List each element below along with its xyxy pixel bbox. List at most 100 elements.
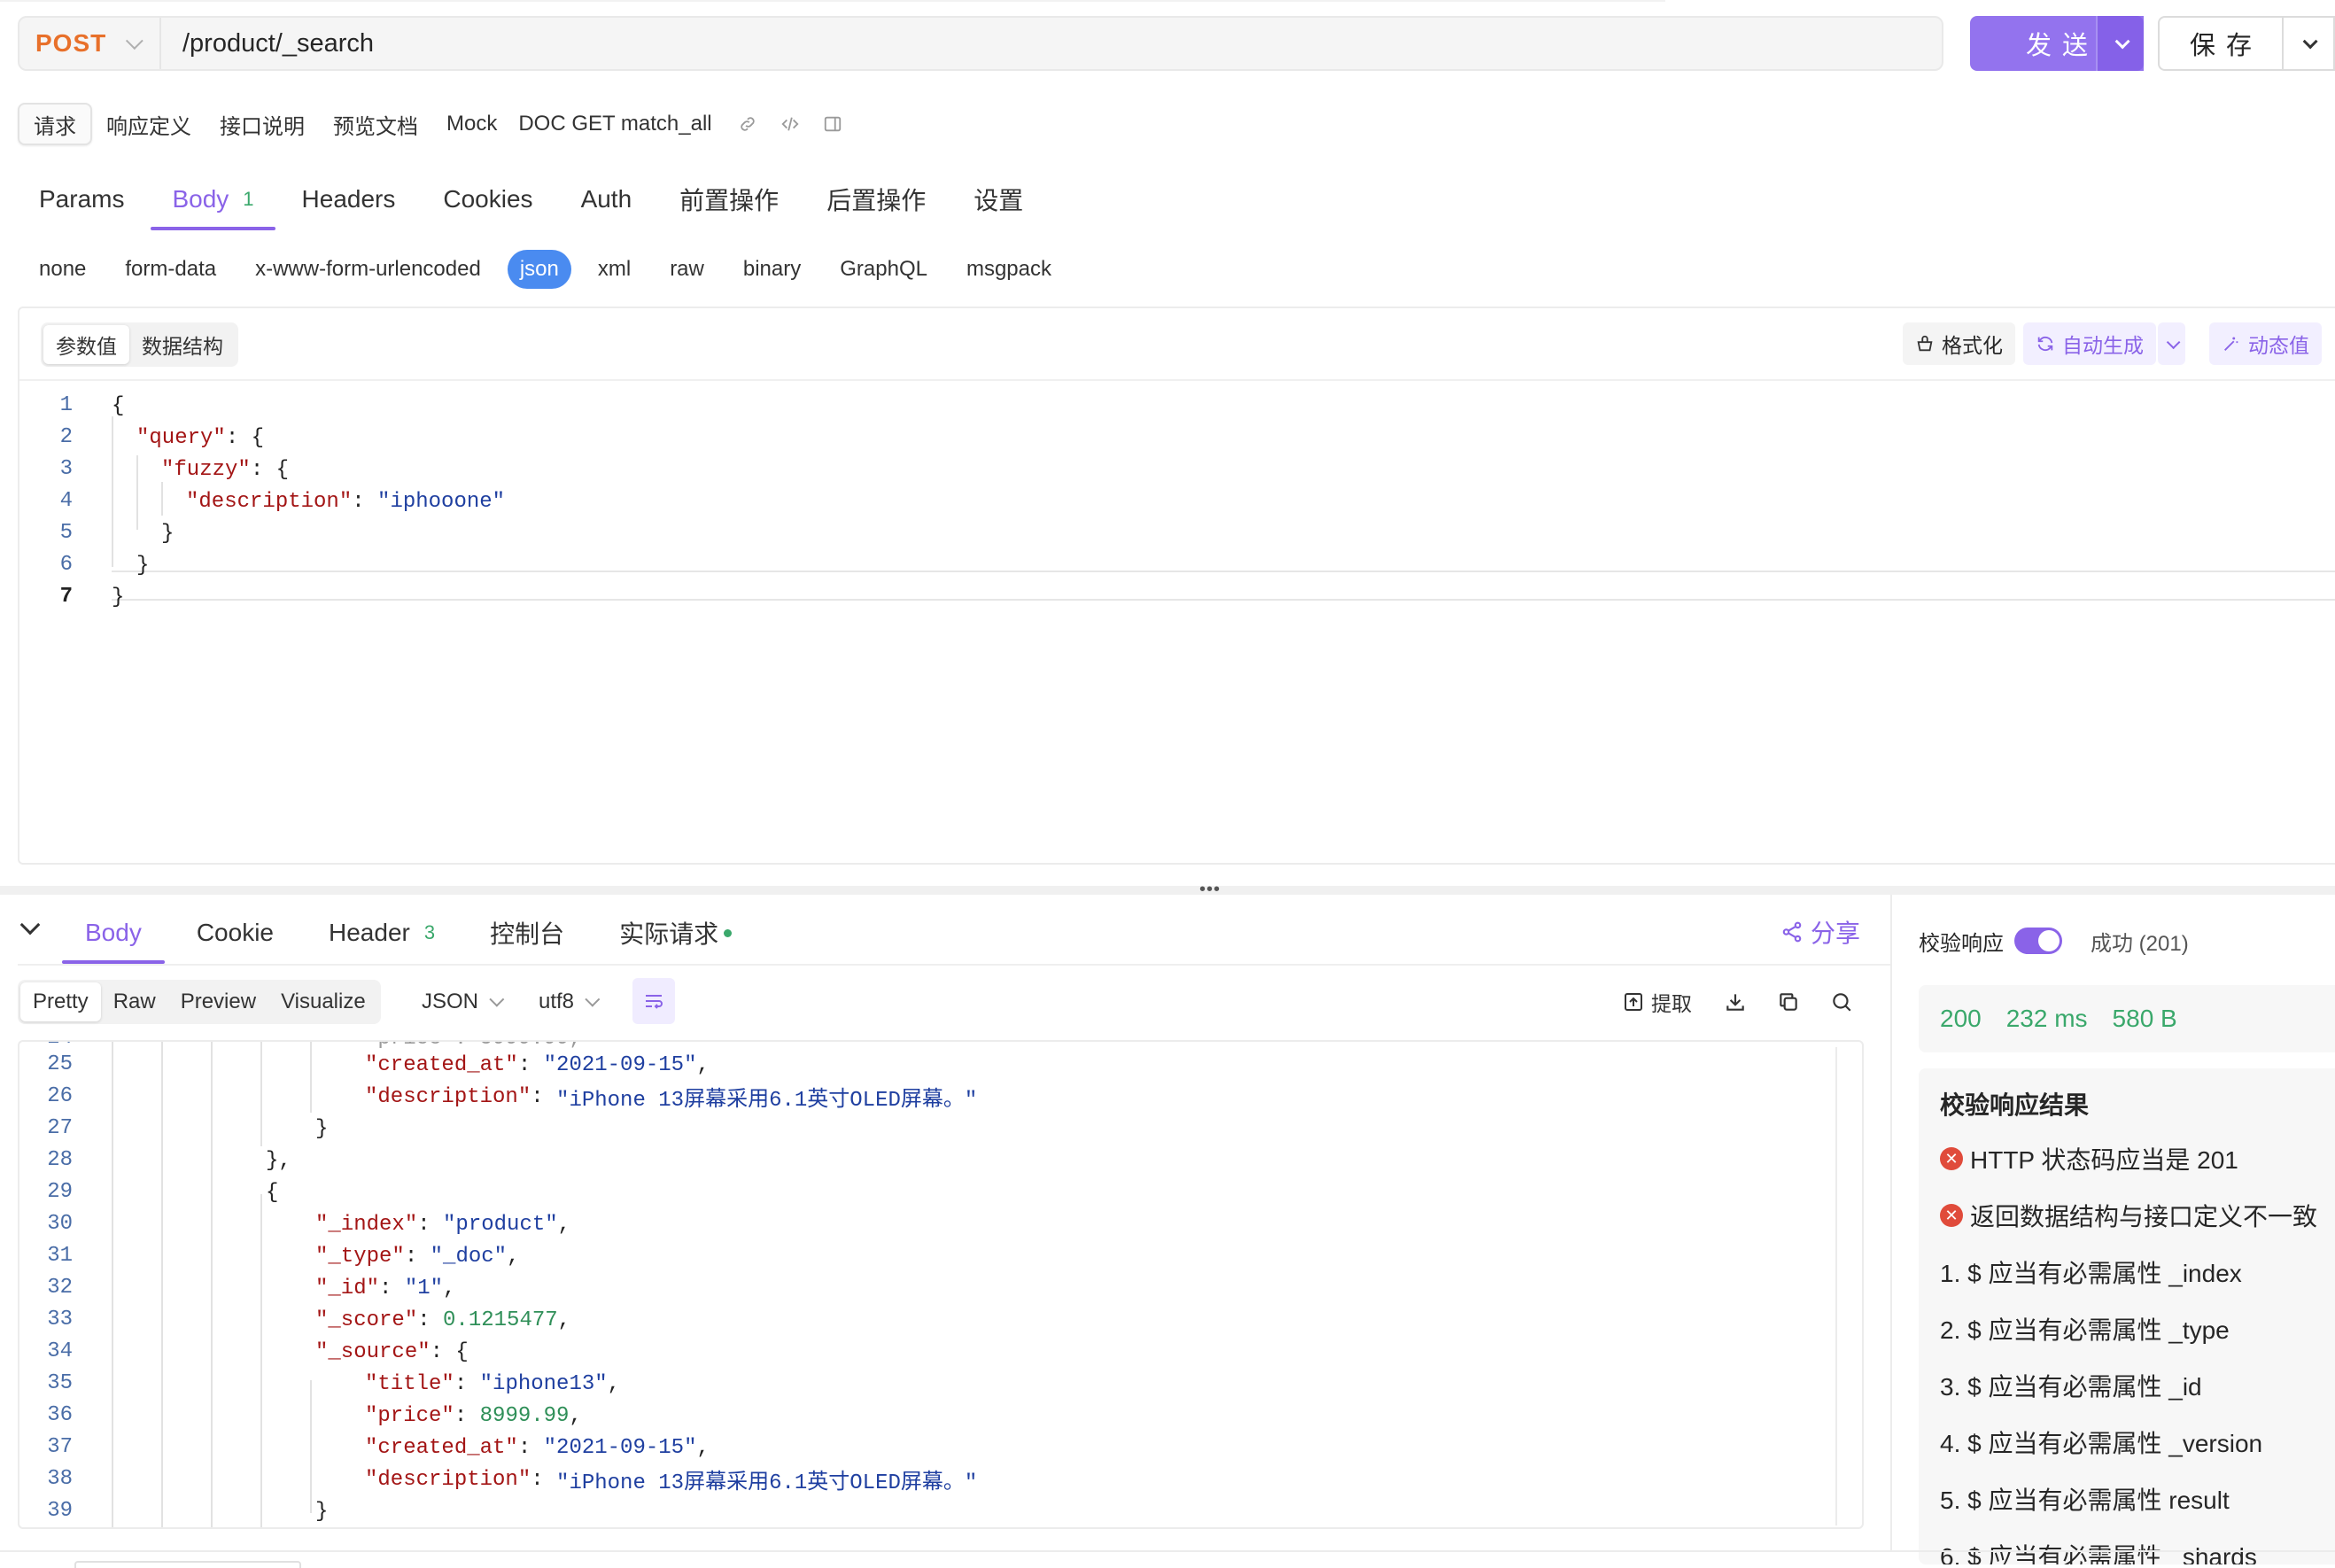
- tab-body[interactable]: Body 1: [151, 168, 275, 230]
- download-icon[interactable]: [1724, 982, 1747, 1022]
- code-line: "price": 8999.99,: [365, 1403, 582, 1428]
- body-type-raw[interactable]: raw: [657, 250, 717, 289]
- validation-error: ✕ 返回数据结构与接口定义不一致: [1940, 1198, 2317, 1233]
- line-number: 5: [59, 521, 73, 545]
- tab-settings[interactable]: 设置: [952, 168, 1044, 230]
- request-body-editor[interactable]: 参数值 数据结构 格式化 自动生成 动态值 1 2 3 4 5 6 7 { "q…: [18, 307, 2335, 865]
- code-line: "_type": "_doc",: [315, 1244, 520, 1269]
- chevron-down-icon: [2114, 34, 2130, 50]
- tab-post-operations[interactable]: 后置操作: [805, 168, 947, 230]
- tab-headers[interactable]: Headers: [281, 168, 417, 230]
- view-raw[interactable]: Raw: [101, 982, 168, 1021]
- extract-button[interactable]: 提取: [1623, 982, 1692, 1022]
- tab-api-description[interactable]: 接口说明: [206, 103, 319, 145]
- status-dot: [724, 928, 733, 937]
- tab-cookies[interactable]: Cookies: [422, 168, 554, 230]
- tab-response-header[interactable]: Header 3: [306, 902, 458, 964]
- code-line: "fuzzy": {: [161, 457, 290, 482]
- chevron-down-icon: [489, 991, 505, 1007]
- send-dropdown-button[interactable]: [2096, 16, 2144, 71]
- response-body-viewer[interactable]: 24 25 26 27 28 29 30 31 32 33 34 35 36 3…: [18, 1040, 1864, 1529]
- line-number: 30: [47, 1212, 73, 1236]
- word-wrap-button[interactable]: [632, 978, 675, 1024]
- validate-response-toggle[interactable]: [2014, 928, 2062, 954]
- indent-guide: [260, 1194, 262, 1527]
- body-type-xml[interactable]: xml: [586, 250, 643, 289]
- panel-splitter[interactable]: [0, 886, 2335, 895]
- tab-console[interactable]: 控制台: [467, 902, 587, 964]
- view-visualize[interactable]: Visualize: [268, 982, 378, 1021]
- tab-label: 前置操作: [679, 187, 780, 214]
- link-icon[interactable]: [726, 103, 769, 145]
- code-line: "title": "iphone13",: [365, 1371, 621, 1396]
- error-icon: ✕: [1940, 1147, 1963, 1170]
- line-number: 36: [47, 1403, 73, 1427]
- indent-guide: [112, 416, 113, 567]
- body-type-json[interactable]: json: [507, 250, 571, 289]
- code-line: "_source": {: [315, 1339, 469, 1364]
- format-button[interactable]: 格式化: [1903, 322, 2015, 365]
- tab-response-cookie[interactable]: Cookie: [174, 902, 297, 964]
- auto-generate-dropdown[interactable]: [2158, 322, 2185, 365]
- dynamic-value-button[interactable]: 动态值: [2209, 322, 2322, 365]
- line-number: 34: [47, 1339, 73, 1363]
- tab-auth[interactable]: Auth: [560, 168, 654, 230]
- tab-label: Cookie: [196, 919, 274, 946]
- auto-generate-button[interactable]: 自动生成: [2023, 322, 2156, 365]
- copy-icon[interactable]: [1777, 982, 1800, 1022]
- line-number: 2: [59, 425, 73, 449]
- tab-preview-doc[interactable]: 预览文档: [319, 103, 432, 145]
- url-input[interactable]: /product/_search: [161, 29, 374, 58]
- view-preview[interactable]: Preview: [168, 982, 268, 1021]
- sidebar-toggle-icon[interactable]: [811, 103, 854, 145]
- line-number: 3: [59, 457, 73, 481]
- encoding-select[interactable]: utf8: [539, 980, 601, 1024]
- tab-mock[interactable]: Mock: [432, 103, 511, 145]
- response-tabs-divider: [18, 964, 1890, 966]
- vertical-scrollbar[interactable]: [1835, 1047, 1837, 1525]
- body-type-binary[interactable]: binary: [731, 250, 813, 289]
- format-label: 格式化: [1942, 334, 2003, 357]
- line-number: 24: [19, 1042, 73, 1050]
- body-type-graphql[interactable]: GraphQL: [827, 250, 940, 289]
- save-button[interactable]: 保存: [2158, 16, 2282, 71]
- mode-data-structure[interactable]: 数据结构: [129, 325, 236, 364]
- collapse-response-icon[interactable]: [19, 914, 41, 935]
- drag-handle-icon[interactable]: •••: [1199, 881, 1221, 898]
- indent-guide: [310, 1380, 312, 1513]
- search-icon[interactable]: [1830, 982, 1853, 1022]
- save-dropdown-button[interactable]: [2282, 16, 2335, 71]
- bottom-bar: [0, 1550, 2335, 1568]
- validation-item: 2. $ 应当有必需属性 _type: [1940, 1316, 2230, 1344]
- body-type-none[interactable]: none: [27, 250, 98, 289]
- view-pretty[interactable]: Pretty: [20, 982, 101, 1021]
- body-type-msgpack[interactable]: msgpack: [954, 250, 1064, 289]
- code-line: }: [315, 1116, 329, 1141]
- code-line: }: [315, 1499, 329, 1524]
- mode-param-values[interactable]: 参数值: [43, 325, 129, 364]
- code-line: }: [112, 585, 125, 609]
- tab-request[interactable]: 请求: [18, 103, 92, 145]
- tab-pre-operations[interactable]: 前置操作: [658, 168, 800, 230]
- format-select[interactable]: JSON: [422, 980, 505, 1024]
- format-icon: [1915, 334, 1935, 353]
- code-line: "description": "iphooone": [186, 489, 506, 514]
- url-bar[interactable]: POST /product/_search: [18, 16, 1943, 71]
- share-button[interactable]: 分享: [1780, 912, 1860, 951]
- body-type-form-data[interactable]: form-data: [112, 250, 229, 289]
- validate-status-text: 成功 (201): [2091, 931, 2189, 956]
- response-status-summary: 200 232 ms 580 B: [1919, 985, 2335, 1052]
- tab-actual-request[interactable]: 实际请求: [596, 902, 755, 964]
- method-select[interactable]: POST: [19, 18, 161, 69]
- tab-response-body[interactable]: Body: [62, 902, 165, 964]
- body-type-urlencoded[interactable]: x-www-form-urlencoded: [243, 250, 493, 289]
- validation-panel-border: [1890, 895, 1892, 1550]
- line-number: 37: [47, 1435, 73, 1459]
- code-icon[interactable]: [769, 103, 811, 145]
- code-line: "_score": 0.1215477,: [315, 1308, 571, 1332]
- body-type-selector: none form-data x-www-form-urlencoded jso…: [27, 250, 1078, 289]
- tab-params[interactable]: Params: [18, 168, 145, 230]
- indent-guide: [161, 482, 163, 516]
- tab-response-definition[interactable]: 响应定义: [92, 103, 206, 145]
- bottom-tab[interactable]: [74, 1561, 301, 1568]
